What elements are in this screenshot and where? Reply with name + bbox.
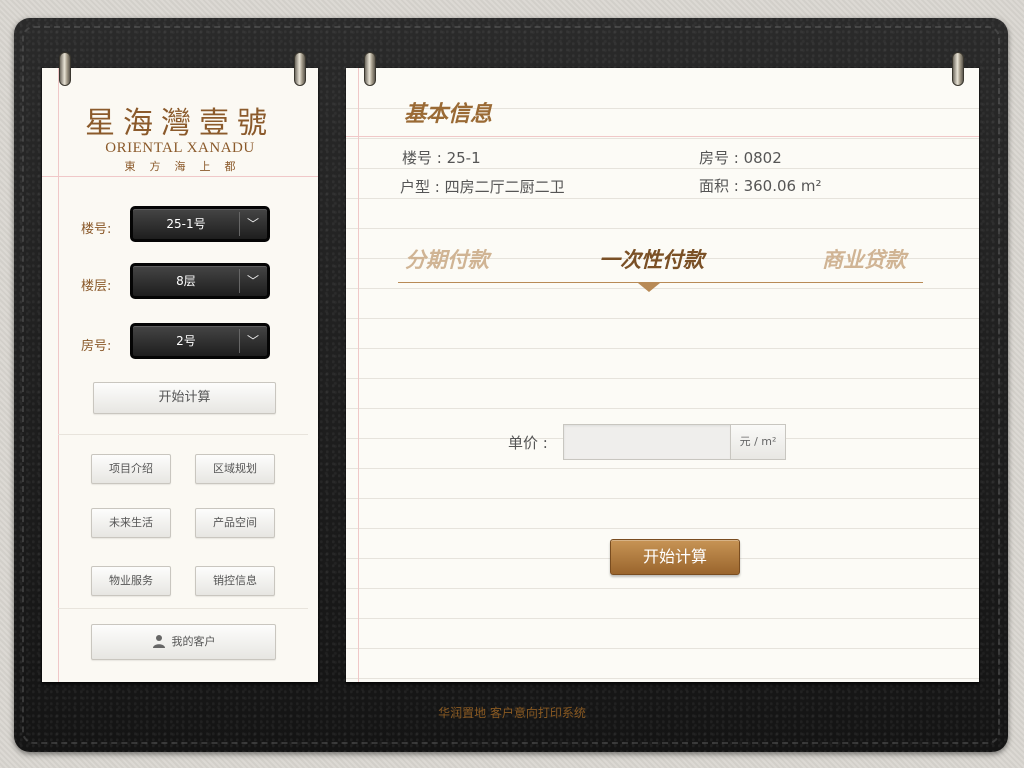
binder-ring (361, 52, 379, 87)
unit-price-label: 单价 : (508, 434, 548, 452)
nav-product-space-button[interactable]: 产品空间 (195, 508, 275, 538)
section-title: 基本信息 (404, 102, 493, 127)
info-building: 楼号 : 25-1 (402, 149, 481, 167)
user-icon (152, 635, 165, 648)
info-area: 面积 : 360.06 m² (699, 177, 822, 195)
nav-area-planning-button[interactable]: 区域规划 (195, 454, 275, 484)
brand-tagline: 東方海上都 (124, 160, 250, 173)
info-layout: 户型 : 四房二厅二厨二卫 (400, 178, 565, 196)
margin-line (358, 68, 359, 682)
room-select[interactable]: 2号 ﹀ (130, 323, 270, 359)
nav-project-intro-button[interactable]: 项目介绍 (91, 454, 171, 484)
chevron-down-icon: ﹀ (246, 274, 259, 288)
nav-property-service-button[interactable]: 物业服务 (91, 566, 171, 596)
floor-label: 楼层: (81, 279, 112, 294)
tab-commercial-loan[interactable]: 商业贷款 (822, 244, 906, 274)
binder-ring (291, 52, 309, 87)
unit-price-input[interactable] (563, 424, 731, 460)
chevron-down-icon: ﹀ (246, 334, 259, 348)
active-tab-caret-icon (638, 283, 660, 292)
building-label: 楼号: (81, 222, 112, 237)
my-customers-button[interactable]: 我的客户 (91, 624, 276, 660)
binder-ring (56, 52, 74, 87)
footer-text: 华润置地 客户意向打印系统 (438, 706, 586, 720)
brand-logo-english: ORIENTAL XANADU (105, 140, 255, 156)
divider (58, 608, 308, 609)
building-select-value: 25-1号 (166, 217, 206, 231)
nav-sales-info-button[interactable]: 销控信息 (195, 566, 275, 596)
room-select-value: 2号 (176, 334, 196, 348)
header-rule (346, 136, 979, 137)
brand-logo-chinese: 星海灣壹號 (85, 106, 275, 141)
tab-lump-sum[interactable]: 一次性付款 (599, 244, 704, 274)
floor-select[interactable]: 8层 ﹀ (130, 263, 270, 299)
header-rule (42, 176, 318, 177)
room-label: 房号: (81, 339, 112, 354)
sidebar-calculate-button[interactable]: 开始计算 (93, 382, 276, 414)
my-customers-label: 我的客户 (171, 635, 216, 648)
tab-underline (398, 282, 923, 283)
unit-price-unit: 元 / m² (730, 424, 786, 460)
info-room: 房号 : 0802 (699, 149, 782, 167)
nav-future-life-button[interactable]: 未来生活 (91, 508, 171, 538)
tab-installment[interactable]: 分期付款 (405, 244, 489, 274)
building-select[interactable]: 25-1号 ﹀ (130, 206, 270, 242)
divider (58, 434, 308, 435)
floor-select-value: 8层 (176, 274, 196, 288)
calculate-button[interactable]: 开始计算 (610, 539, 740, 575)
binder-ring (949, 52, 967, 87)
chevron-down-icon: ﹀ (246, 217, 259, 231)
